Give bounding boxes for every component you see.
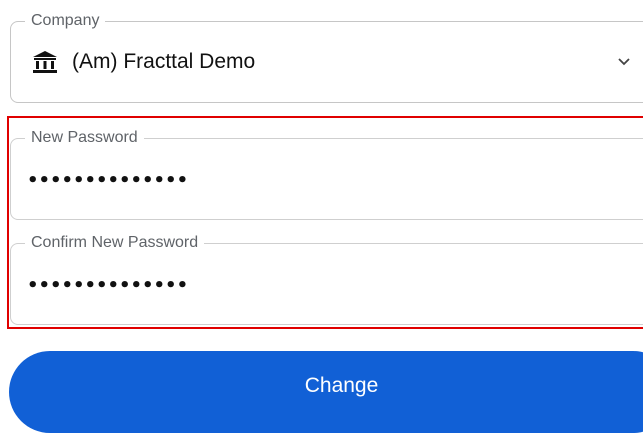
company-label: Company xyxy=(25,12,106,30)
chevron-down-icon[interactable] xyxy=(617,57,631,67)
confirm-password-input[interactable] xyxy=(27,268,587,302)
company-value: (Am) Fracttal Demo xyxy=(72,50,256,73)
confirm-password-label: Confirm New Password xyxy=(25,234,205,252)
new-password-field[interactable]: New Password xyxy=(10,129,643,220)
new-password-input[interactable] xyxy=(27,163,587,197)
confirm-password-field[interactable]: Confirm New Password xyxy=(10,234,643,325)
bank-icon xyxy=(33,51,57,73)
new-password-label: New Password xyxy=(25,129,144,147)
change-button[interactable]: Change xyxy=(9,351,643,433)
company-select[interactable]: Company (Am) Fracttal Demo xyxy=(10,12,643,103)
